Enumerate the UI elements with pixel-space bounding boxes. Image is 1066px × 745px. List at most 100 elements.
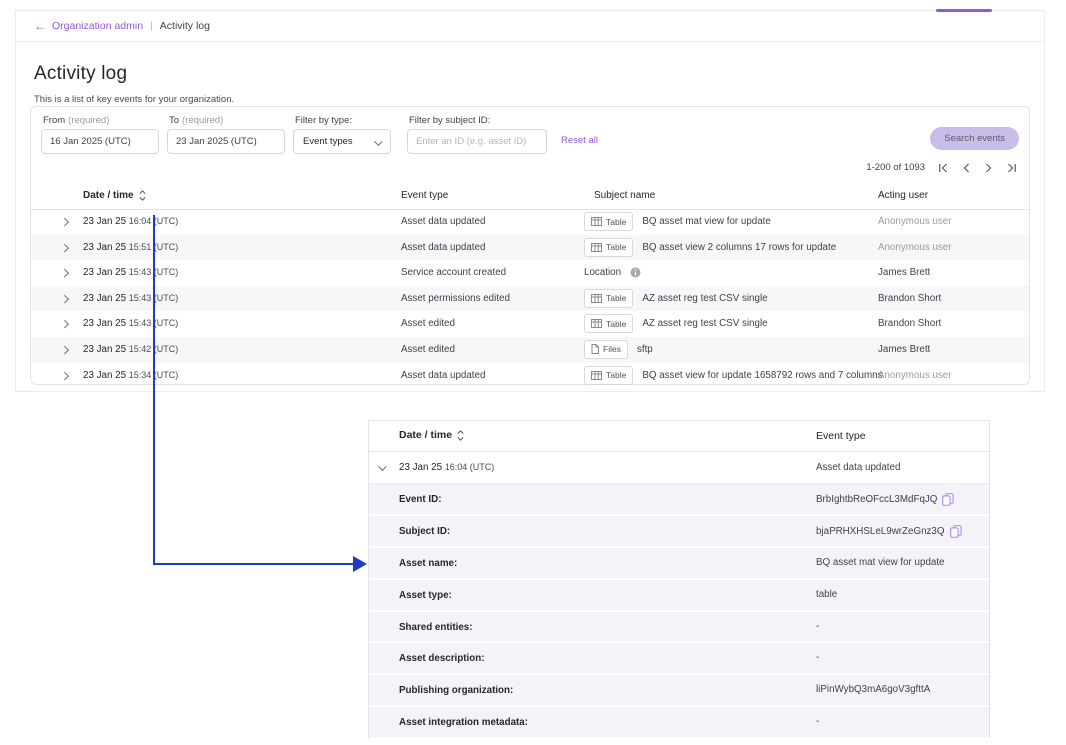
collapse-chevron-icon[interactable]	[379, 463, 387, 471]
sort-icon	[139, 190, 146, 201]
copy-icon[interactable]	[942, 493, 954, 506]
detail-field-value: table	[816, 589, 837, 600]
subject-id-input[interactable]	[407, 129, 547, 154]
detail-field-row: Subject ID: bjaPRHXHSLeL9wrZeGnz3Q	[369, 516, 989, 548]
detail-field-label: Event ID:	[399, 494, 441, 505]
breadcrumb-separator: |	[150, 20, 153, 32]
detail-column-header-event-type: Event type	[816, 430, 866, 442]
expand-chevron-icon[interactable]	[61, 371, 69, 379]
filter-type-label: Filter by type:	[295, 115, 352, 126]
activity-log-page: ← Organization admin | Activity log Acti…	[0, 0, 1066, 745]
next-page-button[interactable]	[984, 163, 993, 173]
table-grid-icon	[591, 294, 602, 303]
detail-field-value: -	[816, 621, 819, 632]
annotation-arrow-horizontal	[153, 563, 354, 565]
table-row[interactable]: 23 Jan 25 15:42 (UTC) Asset edited Files…	[31, 337, 1029, 363]
breadcrumb: ← Organization admin | Activity log	[16, 11, 1044, 42]
detail-field-value: liPinWybQ3mA6goV3gfttA	[816, 684, 930, 695]
chevron-down-icon	[374, 138, 382, 146]
prev-page-button[interactable]	[962, 163, 971, 173]
row-acting-user: James Brett	[878, 344, 930, 355]
row-date: 23 Jan 25 15:43 (UTC)	[83, 318, 178, 329]
column-header-date[interactable]: Date / time	[83, 190, 146, 201]
detail-column-header-date[interactable]: Date / time	[399, 429, 464, 441]
row-event-type: Asset permissions edited	[401, 293, 510, 304]
detail-field-row: Publishing organization: liPinWybQ3mA6go…	[369, 675, 989, 707]
detail-field-row: Asset integration metadata: -	[369, 707, 989, 739]
expand-chevron-icon[interactable]	[61, 295, 69, 303]
row-acting-user: Anonymous user	[878, 370, 952, 381]
from-label: From(required)	[43, 115, 109, 126]
from-date-input[interactable]	[41, 129, 159, 154]
row-date: 23 Jan 25 15:51 (UTC)	[83, 242, 178, 253]
detail-field-row: Shared entities: -	[369, 612, 989, 644]
expand-chevron-icon[interactable]	[61, 243, 69, 251]
summary-date: 23 Jan 25 16:04 (UTC)	[399, 462, 494, 473]
table-row[interactable]: 23 Jan 25 16:04 (UTC) Asset data updated…	[31, 209, 1029, 235]
expand-chevron-icon[interactable]	[61, 320, 69, 328]
detail-field-label: Subject ID:	[399, 526, 450, 537]
detail-field-value: bjaPRHXHSLeL9wrZeGnz3Q	[816, 525, 962, 538]
expand-chevron-icon[interactable]	[61, 346, 69, 354]
row-event-type: Asset data updated	[401, 370, 485, 381]
first-page-button[interactable]	[938, 163, 949, 173]
reset-all-link[interactable]: Reset all	[561, 135, 598, 146]
row-event-type: Asset edited	[401, 344, 455, 355]
sort-icon	[457, 430, 464, 441]
row-subject: Files sftp	[584, 340, 653, 359]
row-acting-user: Brandon Short	[878, 318, 941, 329]
pagination-range: 1-200 of 1093	[866, 162, 925, 173]
row-subject: Table BQ asset view 2 columns 17 rows fo…	[584, 238, 836, 257]
detail-field-label: Publishing organization:	[399, 685, 513, 696]
breadcrumb-current: Activity log	[160, 20, 210, 32]
table-row[interactable]: 23 Jan 25 15:34 (UTC) Asset data updated…	[31, 363, 1029, 389]
detail-field-value: BQ asset mat view for update	[816, 557, 945, 568]
subject-name-text: sftp	[637, 344, 653, 355]
subject-id-label: Filter by subject ID:	[409, 115, 490, 126]
event-type-select[interactable]: Event types	[293, 129, 391, 154]
detail-field-row: Asset type: table	[369, 580, 989, 612]
info-icon[interactable]	[630, 267, 641, 278]
expand-chevron-icon[interactable]	[61, 269, 69, 277]
last-page-button[interactable]	[1006, 163, 1017, 173]
table-type-badge: Table	[584, 366, 633, 385]
row-acting-user: Anonymous user	[878, 216, 952, 227]
search-events-button[interactable]: Search events	[930, 127, 1019, 150]
table-grid-icon	[591, 243, 602, 252]
row-subject: Location	[584, 263, 641, 282]
table-grid-icon	[591, 371, 602, 380]
to-date-input[interactable]	[167, 129, 285, 154]
subject-name-text: BQ asset view for update 1658792 rows an…	[642, 370, 882, 381]
table-row[interactable]: 23 Jan 25 15:51 (UTC) Asset data updated…	[31, 235, 1029, 261]
row-date: 23 Jan 25 15:34 (UTC)	[83, 370, 178, 381]
subject-name-text: AZ asset reg test CSV single	[642, 318, 767, 329]
table-grid-icon	[591, 319, 602, 328]
expanded-row-detail-panel: Date / time Event type 23 Jan 25 16:04 (…	[368, 420, 990, 738]
table-row[interactable]: 23 Jan 25 15:43 (UTC) Service account cr…	[31, 260, 1029, 286]
detail-field-value: -	[816, 652, 819, 663]
table-row[interactable]: 23 Jan 25 15:43 (UTC) Asset permissions …	[31, 286, 1029, 312]
copy-icon[interactable]	[950, 525, 962, 538]
column-header-event-type: Event type	[401, 190, 448, 201]
row-date: 23 Jan 25 15:43 (UTC)	[83, 267, 178, 278]
expand-chevron-icon[interactable]	[61, 218, 69, 226]
table-header: Date / time Event type Subject name Acti…	[31, 183, 1029, 210]
breadcrumb-back-link[interactable]: Organization admin	[52, 20, 143, 32]
table-type-badge: Table	[584, 314, 633, 333]
subject-name-text: AZ asset reg test CSV single	[642, 293, 767, 304]
page-card: ← Organization admin | Activity log Acti…	[15, 10, 1045, 392]
subject-name-text: BQ asset view 2 columns 17 rows for upda…	[642, 242, 836, 253]
table-row[interactable]: 23 Jan 25 15:43 (UTC) Asset edited Table…	[31, 311, 1029, 337]
back-arrow-icon[interactable]: ←	[34, 19, 46, 33]
row-acting-user: Brandon Short	[878, 293, 941, 304]
annotation-arrow-head	[353, 556, 367, 572]
subject-name-text: Location	[584, 267, 621, 278]
page-title: Activity log	[34, 63, 127, 85]
row-subject: Table AZ asset reg test CSV single	[584, 314, 768, 333]
expanded-summary-row[interactable]: 23 Jan 25 16:04 (UTC) Asset data updated	[369, 452, 989, 484]
page-subtitle: This is a list of key events for your or…	[34, 94, 234, 105]
summary-event-type: Asset data updated	[816, 462, 900, 473]
detail-field-row: Asset description: -	[369, 643, 989, 675]
to-label: To(required)	[169, 115, 223, 126]
files-type-badge: Files	[584, 340, 628, 359]
